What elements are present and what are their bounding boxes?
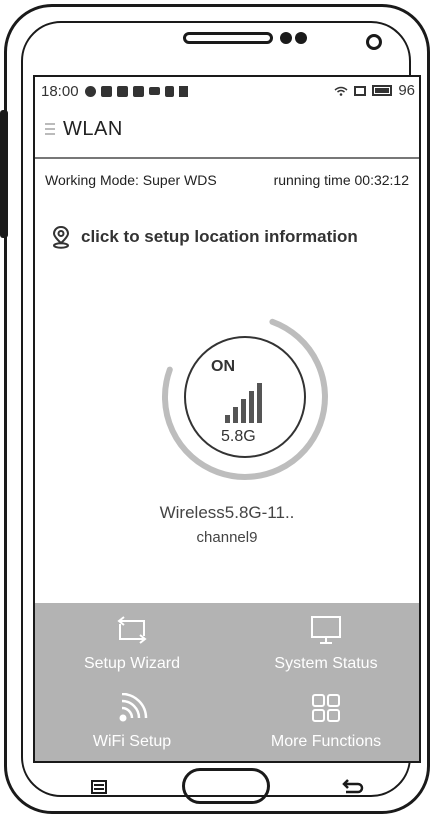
- location-setup-link[interactable]: click to setup location information: [51, 225, 358, 249]
- home-button[interactable]: [182, 768, 270, 804]
- wifi-setup-button[interactable]: WiFi Setup: [35, 685, 229, 761]
- side-button: [0, 110, 8, 238]
- wifi-setup-label: WiFi Setup: [92, 733, 172, 750]
- hardware-navbar: [0, 766, 438, 820]
- gauge-band: 5.8G: [221, 428, 256, 445]
- signal-bar: [249, 391, 254, 423]
- back-icon[interactable]: [342, 778, 364, 796]
- app-bar: WLAN: [35, 105, 419, 159]
- page-title: WLAN: [63, 118, 123, 140]
- battery-icon: [372, 85, 393, 96]
- sim-icon: [354, 85, 367, 96]
- more-functions-label: More Functions: [270, 733, 382, 750]
- status-right: 96: [334, 82, 415, 99]
- info-row: Working Mode: Super WDS running time 00:…: [35, 169, 419, 193]
- signal-gauge[interactable]: [155, 307, 335, 487]
- speaker: [183, 32, 273, 44]
- wifi-icon: [119, 693, 148, 722]
- wifi-icon: [334, 86, 348, 96]
- sensor-dot: [295, 32, 307, 44]
- working-mode: Working Mode: Super WDS: [45, 172, 217, 188]
- hamburger-icon[interactable]: [45, 123, 55, 138]
- status-time: 18:00: [41, 82, 79, 100]
- signal-bar: [257, 383, 262, 423]
- signal-bar: [233, 407, 238, 423]
- system-status-button[interactable]: System Status: [229, 607, 419, 683]
- notification-icons: [84, 85, 188, 97]
- camera-dot: [280, 32, 292, 44]
- running-time: running time 00:32:12: [273, 172, 409, 188]
- battery-level: 96: [398, 82, 415, 99]
- screen: 18:00 96 WLAN Working Mode: Super WDS ru…: [33, 75, 421, 763]
- setup-wizard-label: Setup Wizard: [83, 655, 181, 672]
- monitor-icon: [311, 616, 341, 644]
- mail-icon: [132, 85, 144, 97]
- front-camera: [366, 34, 382, 50]
- repeat-icon: [117, 616, 147, 644]
- signal-bar: [225, 415, 230, 423]
- doc-icon: [164, 85, 174, 97]
- system-status-label: System Status: [274, 655, 378, 672]
- grid-icon: [312, 694, 340, 722]
- network-ssid: Wireless5.8G-11..: [159, 503, 295, 522]
- signal-bar: [241, 399, 246, 423]
- gauge-state: ON: [211, 358, 235, 375]
- folder-icon: [148, 87, 160, 95]
- image-icon: [116, 85, 128, 97]
- setup-wizard-button[interactable]: Setup Wizard: [35, 607, 229, 683]
- network-channel: channel9: [196, 529, 258, 546]
- status-bar: 18:00 96: [35, 77, 419, 105]
- action-panel: Setup Wizard System Status WiFi Setup Mo…: [35, 603, 419, 761]
- location-label: click to setup location information: [81, 227, 358, 246]
- shield-icon: [100, 85, 112, 97]
- menu-key-icon[interactable]: [91, 780, 107, 794]
- more-functions-button[interactable]: More Functions: [229, 685, 419, 761]
- chat-icon: [84, 85, 96, 97]
- usb-icon: [178, 85, 188, 97]
- location-pin-icon: [52, 225, 70, 249]
